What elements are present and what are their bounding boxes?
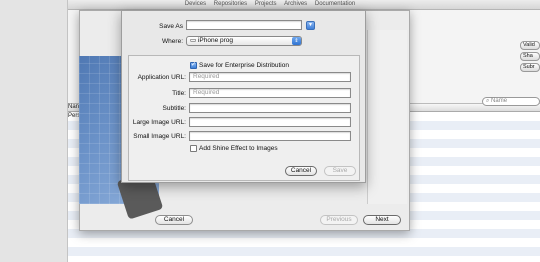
small-image-url-field[interactable]	[189, 131, 351, 141]
table-header-name[interactable]: Nan	[68, 104, 79, 110]
chevron-down-icon: ▼	[308, 22, 313, 28]
folder-icon: ▭	[190, 37, 197, 44]
assistant-content-panel	[367, 30, 407, 204]
expand-dialog-button[interactable]: ▼	[306, 21, 315, 30]
search-placeholder: Name	[491, 98, 508, 104]
search-icon: ⌕	[486, 98, 490, 104]
sheet-cancel-button[interactable]: Cancel	[155, 215, 193, 225]
small-image-url-label: Small Image URL:	[133, 133, 186, 140]
next-button[interactable]: Next	[363, 215, 401, 225]
submit-button[interactable]: Subr	[520, 63, 540, 72]
title-label: Title:	[172, 90, 186, 97]
large-image-url-label: Large Image URL:	[132, 119, 186, 126]
tab-devices[interactable]: Devices	[185, 1, 206, 7]
save-as-field[interactable]	[186, 20, 302, 30]
popup-arrows-icon: ⇕	[292, 37, 301, 45]
enterprise-checkbox[interactable]: ✓	[190, 62, 197, 69]
dialog-save-button[interactable]: Save	[324, 166, 356, 176]
where-popup[interactable]: ▭ iPhone prog	[186, 36, 302, 46]
search-field[interactable]: ⌕ Name	[482, 97, 540, 106]
shine-effect-checkbox[interactable]	[190, 145, 197, 152]
subtitle-field[interactable]	[189, 103, 351, 113]
tab-projects[interactable]: Projects	[255, 1, 277, 7]
application-url-field[interactable]: Required	[189, 72, 351, 82]
shine-effect-label: Add Shine Effect to Images	[199, 145, 278, 152]
application-url-label: Application URL:	[137, 74, 186, 81]
share-button[interactable]: Sha	[520, 52, 540, 61]
checkmark-icon: ✓	[191, 62, 197, 68]
title-field[interactable]: Required	[189, 88, 351, 98]
source-list-panel	[0, 0, 68, 262]
tab-documentation[interactable]: Documentation	[315, 1, 355, 7]
save-as-label: Save As	[159, 23, 183, 30]
subtitle-label: Subtitle:	[162, 105, 187, 112]
where-label: Where:	[162, 38, 183, 45]
validate-button[interactable]: Valid	[520, 41, 540, 50]
organizer-tabs: Devices Repositories Projects Archives D…	[0, 0, 540, 10]
previous-button[interactable]: Previous	[320, 215, 358, 225]
tab-archives[interactable]: Archives	[284, 1, 307, 7]
tab-repositories[interactable]: Repositories	[214, 1, 247, 7]
enterprise-checkbox-label: Save for Enterprise Distribution	[199, 62, 289, 69]
large-image-url-field[interactable]	[189, 117, 351, 127]
dialog-cancel-button[interactable]: Cancel	[285, 166, 317, 176]
where-value: iPhone prog	[197, 37, 234, 44]
